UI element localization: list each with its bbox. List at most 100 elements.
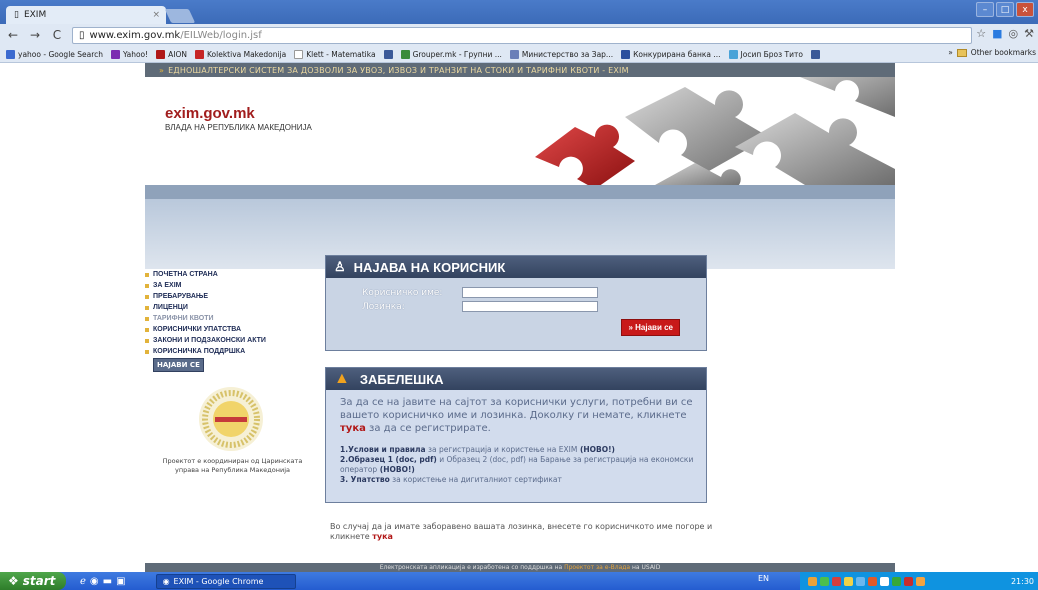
taskbar-item-chrome[interactable]: ◉ EXIM - Google Chrome bbox=[155, 573, 296, 589]
start-label: start bbox=[22, 574, 56, 588]
star-icon[interactable]: ☆ bbox=[976, 27, 986, 40]
windows-logo-icon: ❖ bbox=[8, 574, 19, 588]
nav-item-support[interactable]: КОРИСНИЧКА ПОДДРШКА bbox=[145, 346, 315, 357]
nav-item-search[interactable]: ПРЕБАРУВАЊЕ bbox=[145, 291, 315, 302]
bookmark[interactable] bbox=[810, 49, 820, 59]
close-window-button[interactable]: x bbox=[1016, 2, 1034, 17]
tray-icon[interactable] bbox=[916, 576, 925, 586]
new-tab-button[interactable] bbox=[164, 9, 196, 23]
bookmark[interactable] bbox=[383, 49, 393, 59]
link-text: за регистрација и користење на EXIM bbox=[425, 445, 578, 454]
forward-button[interactable]: → bbox=[28, 28, 42, 42]
tab-close-icon[interactable]: × bbox=[152, 10, 160, 20]
nav-item-label: ПОЧЕТНА СТРАНА bbox=[153, 271, 218, 278]
tray-icon[interactable] bbox=[856, 576, 865, 586]
footer-link[interactable]: Проектот за е-Влада bbox=[564, 564, 630, 571]
bookmark[interactable]: AION bbox=[156, 49, 187, 59]
bookmark[interactable]: Министерство за Зар... bbox=[509, 49, 614, 59]
tray-icon[interactable] bbox=[820, 576, 829, 586]
nav-item-label: ПРЕБАРУВАЊЕ bbox=[153, 293, 208, 300]
desktop-icon[interactable]: ▬ bbox=[103, 576, 112, 587]
system-title: ЕДНОШАЛТЕРСКИ СИСТЕМ ЗА ДОЗВОЛИ ЗА УВОЗ,… bbox=[168, 65, 629, 75]
bookmark[interactable]: Yahoo! bbox=[111, 49, 148, 59]
bullet-icon bbox=[145, 327, 149, 332]
media-icon[interactable]: ▣ bbox=[116, 576, 125, 587]
nav-item-label: ТАРИФНИ КВОТИ bbox=[153, 315, 214, 322]
ie-icon[interactable]: ℯ bbox=[80, 576, 86, 587]
bookmark[interactable]: Конкурирана банка ... bbox=[621, 49, 721, 59]
list-item[interactable]: 1.Услови и правила за регистрација и кор… bbox=[340, 445, 694, 455]
tray-icon[interactable] bbox=[808, 576, 817, 586]
tray-icon[interactable] bbox=[904, 576, 913, 586]
list-item[interactable]: 3. Упатство за користење на дигиталниот … bbox=[340, 475, 694, 485]
note-links-list: 1.Услови и правила за регистрација и кор… bbox=[326, 435, 706, 485]
bookmark[interactable]: Grouper.mk - Групни ... bbox=[400, 49, 502, 59]
password-label: Лозинка: bbox=[362, 301, 405, 312]
new-tag: (НОВО!) bbox=[377, 465, 415, 474]
page-icon: ▯ bbox=[79, 29, 85, 41]
favicon-icon bbox=[6, 49, 15, 59]
tray-icon[interactable] bbox=[844, 576, 853, 586]
puzzle-banner-image bbox=[475, 77, 895, 185]
maximize-button[interactable]: □ bbox=[996, 2, 1014, 17]
nav-item-licenses[interactable]: ЛИЦЕНЦИ bbox=[145, 302, 315, 313]
window-controls: – □ x bbox=[976, 2, 1034, 17]
password-row: Лозинка: bbox=[362, 301, 598, 312]
bookmark[interactable]: Klett - Matematika bbox=[294, 49, 376, 59]
nav-item-laws[interactable]: ЗАКОНИ И ПОДЗАКОНСКИ АКТИ bbox=[145, 335, 315, 346]
forgot-password-text: Во случај да ја имате заборавено вашата … bbox=[330, 522, 730, 542]
start-button[interactable]: ❖ start bbox=[0, 572, 66, 590]
nav-item-about[interactable]: ЗА EXIM bbox=[145, 280, 315, 291]
nav-item-home[interactable]: ПОЧЕТНА СТРАНА bbox=[145, 269, 315, 280]
list-item[interactable]: 2.Образец 1 (doc, pdf) и Образец 2 (doc,… bbox=[340, 455, 694, 475]
bookmark-label: Grouper.mk - Групни ... bbox=[412, 49, 502, 59]
language-indicator[interactable]: EN bbox=[758, 574, 769, 583]
reload-button[interactable]: C bbox=[50, 28, 64, 42]
tray-icon[interactable] bbox=[868, 576, 877, 586]
other-bookmarks[interactable]: » Other bookmarks bbox=[948, 48, 1036, 57]
side-navigation: ПОЧЕТНА СТРАНА ЗА EXIM ПРЕБАРУВАЊЕ ЛИЦЕН… bbox=[145, 269, 315, 372]
bookmark-label: Јосип Броз Тито bbox=[740, 49, 803, 59]
login-button[interactable]: » Најави се bbox=[621, 319, 680, 336]
tray-icon[interactable] bbox=[832, 576, 841, 586]
address-bar[interactable]: ▯ www.exim.gov.mk/EILWeb/login.jsf bbox=[72, 26, 972, 44]
extension-icon[interactable]: ◎ bbox=[1009, 27, 1019, 40]
nav-item-user-guides[interactable]: КОРИСНИЧКИ УПАТСТВА bbox=[145, 324, 315, 335]
password-input[interactable] bbox=[462, 301, 598, 312]
login-header: ♙ НАЈАВА НА КОРИСНИК bbox=[326, 256, 706, 278]
favicon-icon bbox=[195, 49, 204, 59]
bookmark[interactable]: Kolektiva Makedonija bbox=[195, 49, 287, 59]
minimize-button[interactable]: – bbox=[976, 2, 994, 17]
tab-title: EXIM bbox=[23, 10, 47, 20]
register-link[interactable]: тука bbox=[340, 423, 366, 434]
wrench-icon[interactable]: ⚒ bbox=[1024, 27, 1034, 40]
browser-tab[interactable]: ▯ EXIM × bbox=[6, 6, 166, 24]
extension-icon[interactable]: ■ bbox=[992, 27, 1002, 40]
forgot-password-link[interactable]: тука bbox=[372, 532, 393, 541]
bookmark-label: Kolektiva Makedonija bbox=[207, 49, 287, 59]
clock[interactable]: 21:30 bbox=[1011, 577, 1034, 586]
bookmark[interactable]: yahoo - Google Search bbox=[6, 49, 103, 59]
bookmark[interactable]: Јосип Броз Тито bbox=[728, 49, 803, 59]
web-page: » ЕДНОШАЛТЕРСКИ СИСТЕМ ЗА ДОЗВОЛИ ЗА УВО… bbox=[145, 63, 895, 573]
tray-icon[interactable] bbox=[880, 576, 889, 586]
site-logo-text[interactable]: exim.gov.mk bbox=[165, 105, 255, 122]
note-header: ▲ ЗАБЕЛЕШКА bbox=[326, 368, 706, 390]
favicon-icon bbox=[728, 49, 738, 59]
back-button[interactable]: ← bbox=[6, 28, 20, 42]
footer-org: на USAID bbox=[632, 564, 661, 571]
nav-item-tariff-quotas[interactable]: ТАРИФНИ КВОТИ bbox=[145, 313, 315, 324]
bookmark-label: Министерство за Зар... bbox=[521, 49, 614, 59]
quick-launch: ℯ ◉ ▬ ▣ bbox=[80, 576, 126, 587]
browser-toolbar: ← → C ▯ www.exim.gov.mk/EILWeb/login.jsf bbox=[0, 24, 1038, 46]
note-text-after: за да се регистрирате. bbox=[369, 423, 491, 434]
site-header: exim.gov.mk ВЛАДА НА РЕПУБЛИКА МАКЕДОНИЈ… bbox=[145, 77, 895, 185]
login-nav-button[interactable]: НАЈАВИ СЕ bbox=[153, 358, 204, 372]
chevron-right-icon: » bbox=[948, 48, 953, 57]
nav-item-label: ЗА EXIM bbox=[153, 282, 182, 289]
system-tray: 21:30 bbox=[800, 572, 1038, 590]
tray-icon[interactable] bbox=[892, 576, 901, 586]
username-input[interactable] bbox=[462, 287, 598, 298]
chrome-icon[interactable]: ◉ bbox=[90, 576, 99, 587]
note-title: ЗАБЕЛЕШКА bbox=[359, 371, 444, 387]
